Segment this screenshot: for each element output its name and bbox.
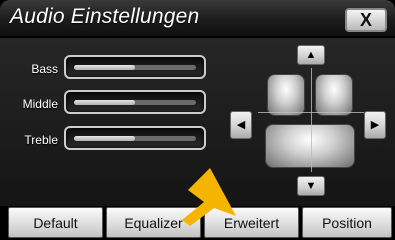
treble-slider[interactable] (64, 126, 206, 150)
page-title: Audio Einstellungen (10, 5, 200, 28)
tab-default[interactable]: Default (8, 207, 103, 238)
bass-slider[interactable] (64, 55, 206, 79)
bass-label: Bass (31, 62, 58, 76)
close-button[interactable]: X (345, 8, 387, 32)
balance-left-button[interactable]: ◀ (230, 111, 252, 139)
front-left-seat-icon (267, 74, 305, 116)
middle-slider[interactable] (64, 90, 206, 114)
left-arrow-icon: ◀ (236, 118, 246, 131)
bass-slider-fill (74, 65, 135, 70)
treble-slider-fill (74, 136, 135, 141)
middle-label: Middle (22, 97, 58, 111)
fader-up-button[interactable]: ▲ (297, 45, 325, 65)
middle-slider-groove (74, 100, 196, 105)
fader-down-button[interactable]: ▼ (297, 176, 325, 196)
title-bar: Audio Einstellungen X (0, 0, 395, 38)
down-arrow-icon: ▼ (305, 179, 317, 192)
rear-bench-seat-icon (265, 124, 355, 168)
treble-label: Treble (24, 133, 58, 147)
tab-position[interactable]: Position (302, 207, 392, 238)
treble-slider-groove (74, 136, 196, 141)
audio-settings-screen: Audio Einstellungen X Bass Middle Treble… (0, 0, 395, 240)
close-icon: X (359, 10, 372, 30)
pointer-arrow-icon (182, 168, 236, 226)
middle-slider-fill (74, 100, 135, 105)
front-right-seat-icon (315, 74, 353, 116)
right-arrow-icon: ▶ (370, 118, 380, 131)
up-arrow-icon: ▲ (305, 48, 317, 61)
bass-slider-groove (74, 65, 196, 70)
fader-crosshair-vertical (311, 68, 312, 172)
balance-right-button[interactable]: ▶ (364, 111, 386, 139)
